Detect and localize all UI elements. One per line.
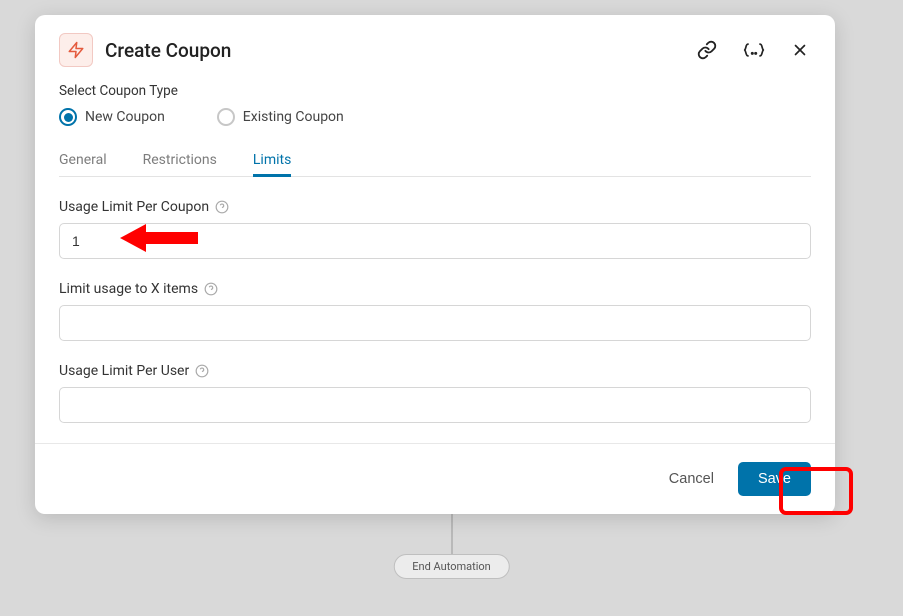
- usage-limit-per-coupon-label: Usage Limit Per Coupon: [59, 199, 209, 215]
- help-icon[interactable]: [215, 200, 229, 214]
- tabs: General Restrictions Limits: [59, 144, 811, 177]
- limit-usage-x-items-input[interactable]: [59, 305, 811, 341]
- end-automation-pill[interactable]: End Automation: [393, 554, 509, 579]
- coupon-type-label: Select Coupon Type: [59, 83, 811, 99]
- radio-existing-coupon[interactable]: Existing Coupon: [217, 108, 344, 126]
- merge-tags-icon[interactable]: [741, 39, 767, 61]
- tab-restrictions[interactable]: Restrictions: [143, 144, 217, 176]
- help-icon[interactable]: [204, 282, 218, 296]
- usage-limit-per-user-input[interactable]: [59, 387, 811, 423]
- modal-footer: Cancel Save: [35, 443, 835, 514]
- modal-header: Create Coupon: [35, 15, 835, 77]
- usage-limit-per-user-label: Usage Limit Per User: [59, 363, 189, 379]
- modal-body: Select Coupon Type New Coupon Existing C…: [35, 77, 835, 443]
- tab-general[interactable]: General: [59, 144, 107, 176]
- header-actions: [695, 38, 811, 62]
- field-usage-limit-per-coupon: Usage Limit Per Coupon: [59, 199, 811, 259]
- usage-limit-per-coupon-input[interactable]: [59, 223, 811, 259]
- radio-new-coupon-label: New Coupon: [85, 109, 165, 125]
- create-coupon-modal: Create Coupon: [35, 15, 835, 514]
- save-button[interactable]: Save: [738, 462, 811, 496]
- radio-existing-coupon-label: Existing Coupon: [243, 109, 344, 125]
- close-icon[interactable]: [789, 39, 811, 61]
- radio-indicator: [217, 108, 235, 126]
- modal-title: Create Coupon: [105, 39, 695, 62]
- field-usage-limit-per-user: Usage Limit Per User: [59, 363, 811, 423]
- coupon-type-radiogroup: New Coupon Existing Coupon: [59, 108, 811, 126]
- limit-usage-x-items-label: Limit usage to X items: [59, 281, 198, 297]
- radio-new-coupon[interactable]: New Coupon: [59, 108, 165, 126]
- link-icon[interactable]: [695, 38, 719, 62]
- help-icon[interactable]: [195, 364, 209, 378]
- coupon-bolt-icon: [59, 33, 93, 67]
- field-limit-usage-x-items: Limit usage to X items: [59, 281, 811, 341]
- tab-limits[interactable]: Limits: [253, 144, 291, 176]
- radio-indicator-selected: [59, 108, 77, 126]
- cancel-button[interactable]: Cancel: [663, 463, 720, 495]
